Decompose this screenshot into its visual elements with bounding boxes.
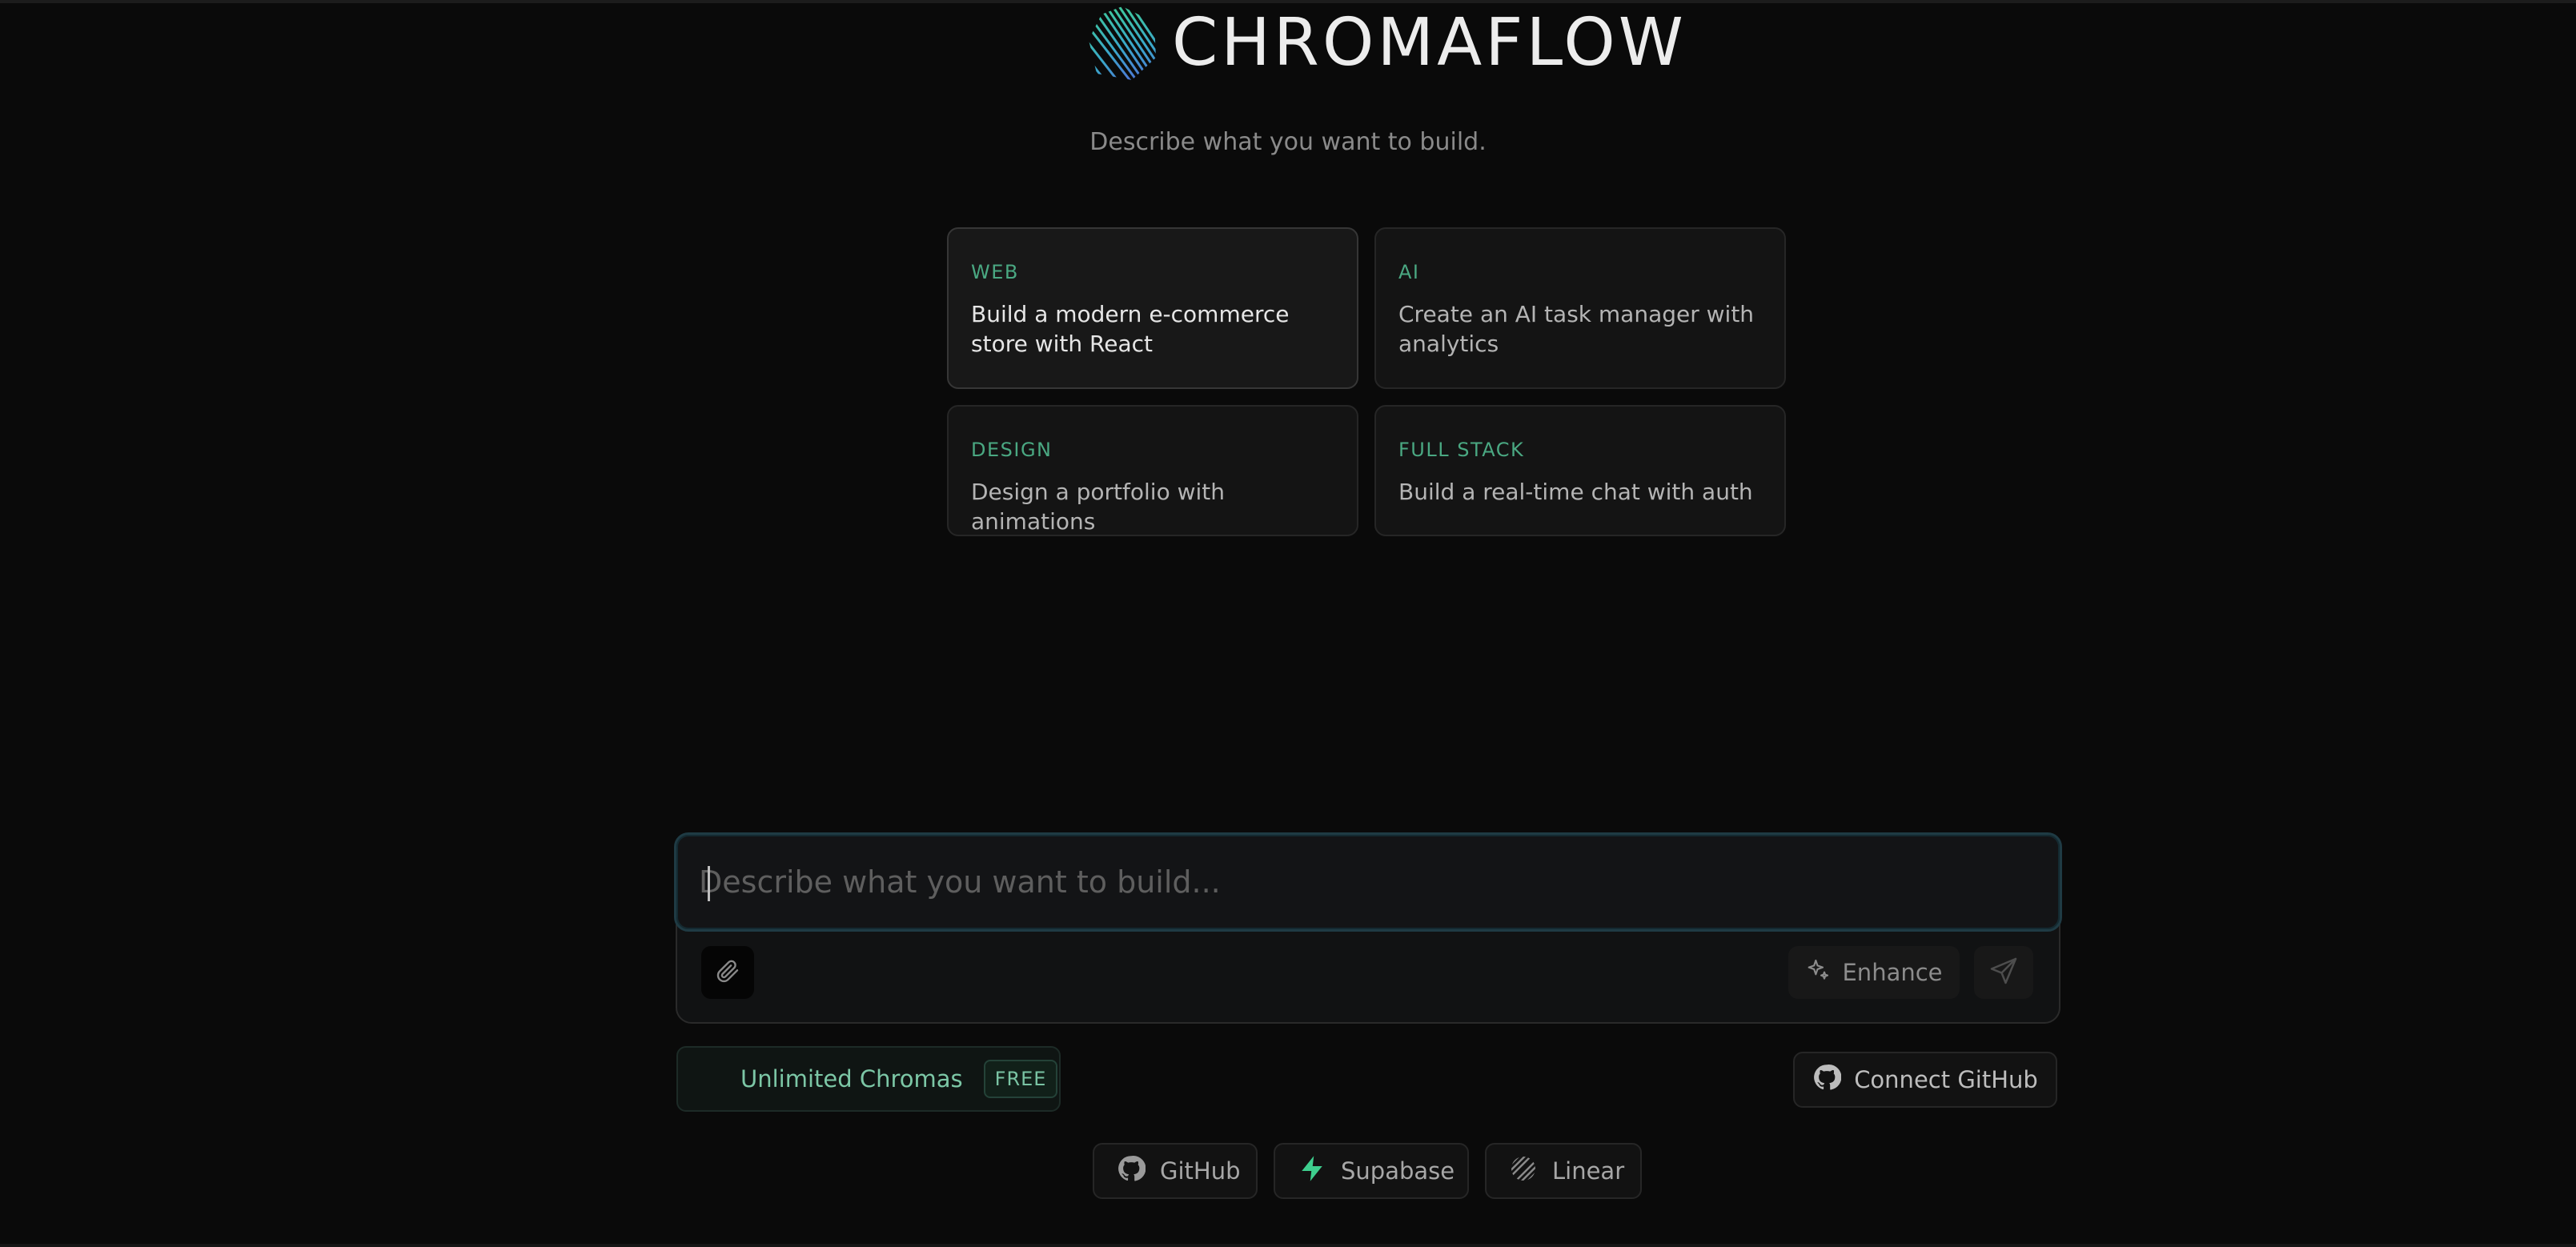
app-page: CHROMAFLOW Describe what you want to bui… [0, 0, 2576, 1247]
chromaflow-logo-icon [1085, 5, 1159, 82]
suggestion-card-web[interactable]: WEB Build a modern e-commerce store with… [947, 227, 1358, 389]
github-icon [1117, 1154, 1146, 1189]
suggestion-card-ai[interactable]: AI Create an AI task manager with analyt… [1374, 227, 1786, 389]
card-category: FULL STACK [1398, 439, 1525, 461]
github-icon [1812, 1063, 1842, 1097]
plan-badge: FREE [983, 1060, 1058, 1098]
enhance-button[interactable]: Enhance [1788, 946, 1960, 999]
send-icon [1988, 955, 2020, 990]
connect-github-button[interactable]: Connect GitHub [1793, 1052, 2057, 1108]
credits-indicator: Unlimited Chromas FREE [676, 1046, 1061, 1112]
card-category: WEB [971, 261, 1019, 283]
brand-header: CHROMAFLOW [1085, 5, 1687, 82]
credits-label: Unlimited Chromas [740, 1065, 963, 1093]
send-button[interactable] [1974, 946, 2033, 999]
prompt-input[interactable] [699, 835, 2028, 929]
card-category: AI [1398, 261, 1420, 283]
suggestion-card-full-stack[interactable]: FULL STACK Build a real-time chat with a… [1374, 405, 1786, 536]
card-text: Create an AI task manager with analytics [1398, 301, 1755, 357]
sparkles-icon [1805, 957, 1831, 988]
integration-label: GitHub [1160, 1157, 1241, 1185]
top-divider [0, 0, 2576, 3]
integration-label: Linear [1552, 1157, 1625, 1185]
bottom-divider [0, 1244, 2576, 1247]
card-text: Design a portfolio with animations [971, 479, 1226, 535]
linear-icon [1509, 1154, 1538, 1189]
suggestion-card-design[interactable]: DESIGN Design a portfolio with animation… [947, 405, 1358, 536]
integration-supabase[interactable]: Supabase [1274, 1143, 1469, 1199]
prompt-input-wrapper [674, 832, 2062, 932]
brand-name: CHROMAFLOW [1172, 5, 1687, 81]
attach-button[interactable] [701, 946, 754, 999]
integration-github[interactable]: GitHub [1093, 1143, 1258, 1199]
integration-label: Supabase [1341, 1157, 1455, 1185]
card-text: Build a real-time chat with auth [1398, 479, 1753, 505]
connect-github-label: Connect GitHub [1854, 1066, 2038, 1093]
enhance-label: Enhance [1842, 959, 1943, 986]
card-category: DESIGN [971, 439, 1053, 461]
text-caret [708, 866, 710, 901]
supabase-icon [1298, 1154, 1326, 1189]
card-text: Build a modern e-commerce store with Rea… [971, 301, 1290, 357]
tagline: Describe what you want to build. [1089, 128, 1487, 156]
paperclip-icon [715, 958, 740, 987]
integration-linear[interactable]: Linear [1485, 1143, 1642, 1199]
